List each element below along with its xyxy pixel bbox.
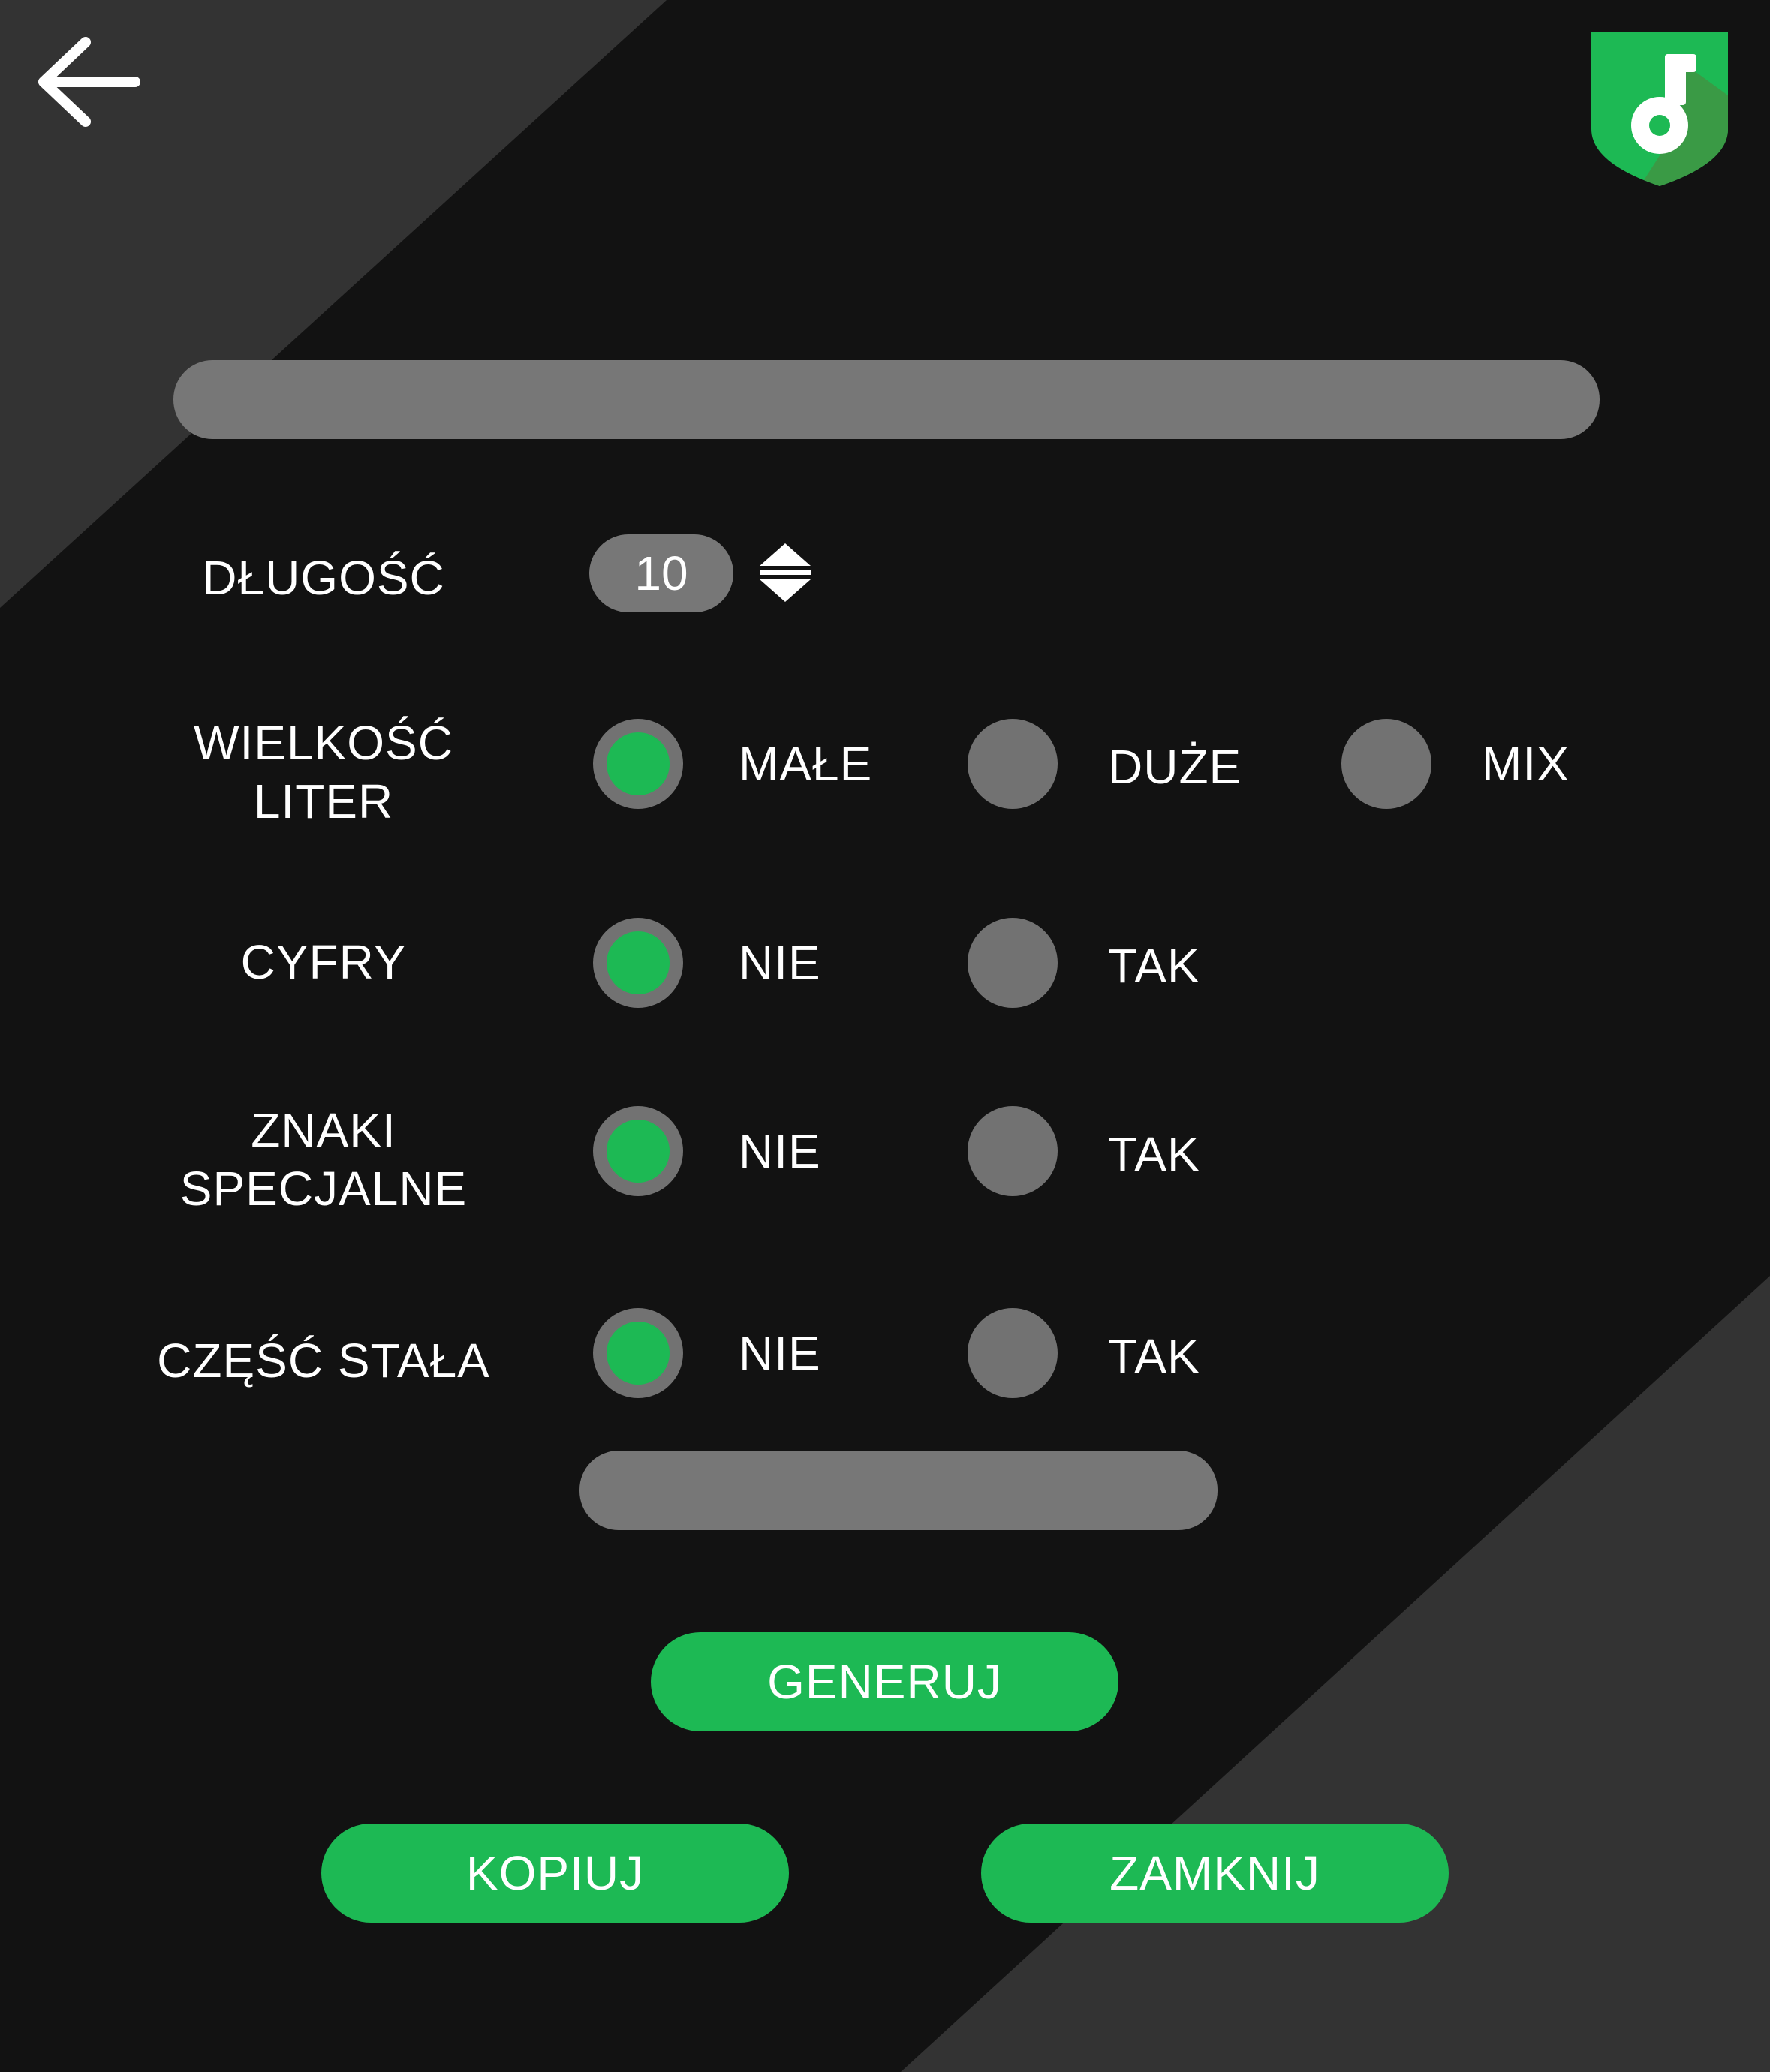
generate-button[interactable]: GENERUJ	[651, 1632, 1118, 1731]
background-decoration	[0, 0, 1770, 2072]
radio-letter-case-mix[interactable]	[1341, 719, 1431, 809]
back-button[interactable]	[33, 33, 146, 131]
radio-special-no[interactable]	[593, 1106, 683, 1196]
copy-button[interactable]: KOPIUJ	[321, 1824, 789, 1923]
option-special-no-label: NIE	[739, 1124, 821, 1178]
letter-case-label-line2: LITER	[253, 774, 394, 828]
special-chars-label: ZNAKI SPECJALNE	[98, 1101, 549, 1218]
password-output-field[interactable]	[173, 360, 1600, 439]
radio-fixed-no[interactable]	[593, 1308, 683, 1398]
letter-case-label: WIELKOŚĆ LITER	[98, 714, 549, 831]
letter-case-label-line1: WIELKOŚĆ	[194, 716, 453, 770]
length-value[interactable]: 10	[589, 534, 733, 612]
digits-label: CYFRY	[240, 935, 407, 989]
fixed-part-input[interactable]	[579, 1451, 1218, 1530]
radio-fixed-yes[interactable]	[968, 1308, 1058, 1398]
option-fixed-no-label: NIE	[739, 1326, 821, 1380]
option-mix-label: MIX	[1482, 737, 1570, 791]
option-upper-label: DUŻE	[1108, 740, 1242, 794]
radio-letter-case-lower[interactable]	[593, 719, 683, 809]
option-lower-label: MAŁE	[739, 737, 873, 791]
special-chars-label-line1: ZNAKI	[251, 1103, 396, 1157]
radio-letter-case-upper[interactable]	[968, 719, 1058, 809]
option-digits-yes-label: TAK	[1108, 939, 1200, 993]
shield-key-logo	[1591, 32, 1728, 186]
fixed-part-label: CZĘŚĆ STAŁA	[157, 1334, 490, 1388]
option-special-yes-label: TAK	[1108, 1127, 1200, 1181]
radio-selected-dot	[607, 1322, 670, 1385]
up-down-spinner-icon[interactable]	[758, 542, 812, 603]
option-fixed-yes-label: TAK	[1108, 1329, 1200, 1383]
option-digits-no-label: NIE	[739, 936, 821, 990]
radio-selected-dot	[607, 732, 670, 795]
radio-special-yes[interactable]	[968, 1106, 1058, 1196]
close-button[interactable]: ZAMKNIJ	[981, 1824, 1449, 1923]
radio-digits-no[interactable]	[593, 918, 683, 1008]
radio-selected-dot	[607, 1120, 670, 1183]
special-chars-label-line2: SPECJALNE	[179, 1162, 468, 1216]
arrow-left-icon	[38, 37, 140, 127]
radio-selected-dot	[607, 931, 670, 994]
radio-digits-yes[interactable]	[968, 918, 1058, 1008]
length-label: DŁUGOŚĆ	[202, 551, 445, 605]
